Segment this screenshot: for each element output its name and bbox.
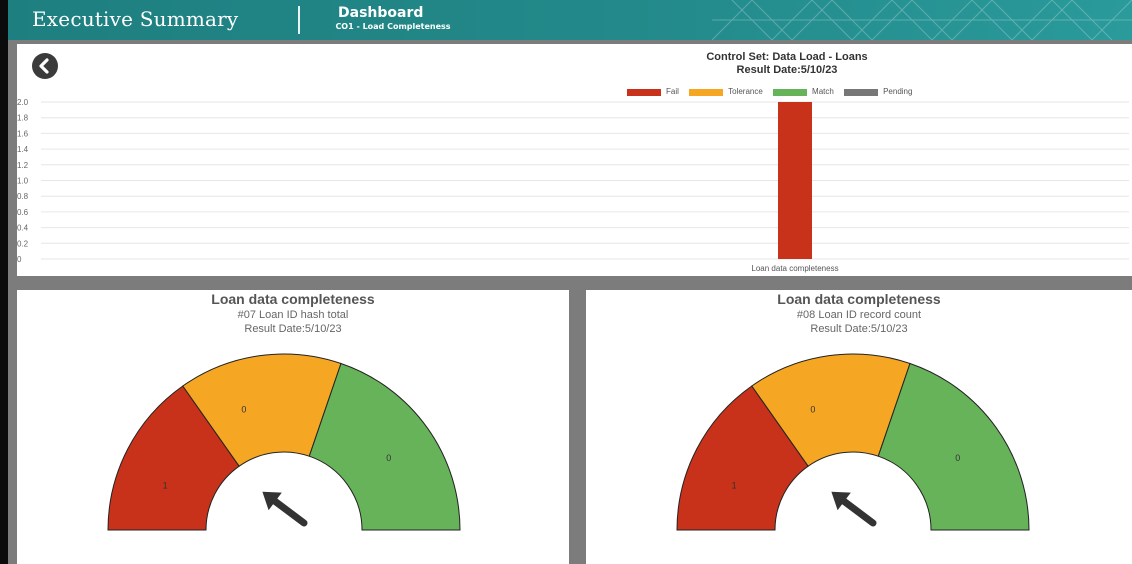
gauge-panel-1: Loan data completeness #07 Loan ID hash … xyxy=(17,290,569,564)
y-tick-label: 1.4 xyxy=(17,145,29,154)
gauge-1: 1 0 0 xyxy=(107,353,461,531)
dashboard-subtitle: CO1 - Load Completeness xyxy=(335,22,451,31)
x-tick-label: Loan data completeness xyxy=(751,264,838,273)
gauge-value-match: 0 xyxy=(386,453,391,463)
header-bar: Executive Summary Dashboard CO1 - Load C… xyxy=(8,0,1132,40)
gauge-panel-2: Loan data completeness #08 Loan ID recor… xyxy=(586,290,1132,564)
y-tick-label: 1.8 xyxy=(17,114,29,123)
gauge-value-fail: 1 xyxy=(732,480,737,490)
app-frame: Executive Summary Dashboard CO1 - Load C… xyxy=(0,0,1132,564)
gauge-needle xyxy=(266,494,308,527)
y-tick-label: 2.0 xyxy=(17,98,29,107)
dashboard-link[interactable]: Dashboard xyxy=(338,6,423,20)
header-pattern xyxy=(712,0,1132,40)
y-tick-label: 0.2 xyxy=(17,239,29,248)
y-tick-label: 1.6 xyxy=(17,129,29,138)
gauge-value-match: 0 xyxy=(955,453,960,463)
y-tick-label: 0.4 xyxy=(17,224,29,233)
gauge-value-fail: 1 xyxy=(163,480,168,490)
gauge-value-tolerance: 0 xyxy=(810,405,815,415)
bar-fail[interactable] xyxy=(778,102,812,259)
y-tick-label: 0 xyxy=(17,255,22,264)
y-tick-label: 1.2 xyxy=(17,161,29,170)
gauge-value-tolerance: 0 xyxy=(241,405,246,415)
gauge-2: 1 0 0 xyxy=(676,353,1030,531)
y-tick-label: 0.6 xyxy=(17,208,29,217)
y-tick-label: 0.8 xyxy=(17,192,29,201)
bar-chart: 2.0 1.8 1.6 1.4 1.2 1.0 0.8 0.6 0.4 0.2 0 Loan data… xyxy=(17,98,1129,273)
app-title: Executive Summary xyxy=(32,7,239,31)
y-tick-label: 1.0 xyxy=(17,177,29,186)
header-divider xyxy=(298,6,300,34)
bar-chart-panel: Control Set: Data Load - Loans Result Da… xyxy=(17,44,1132,276)
gauge-needle xyxy=(835,494,877,527)
